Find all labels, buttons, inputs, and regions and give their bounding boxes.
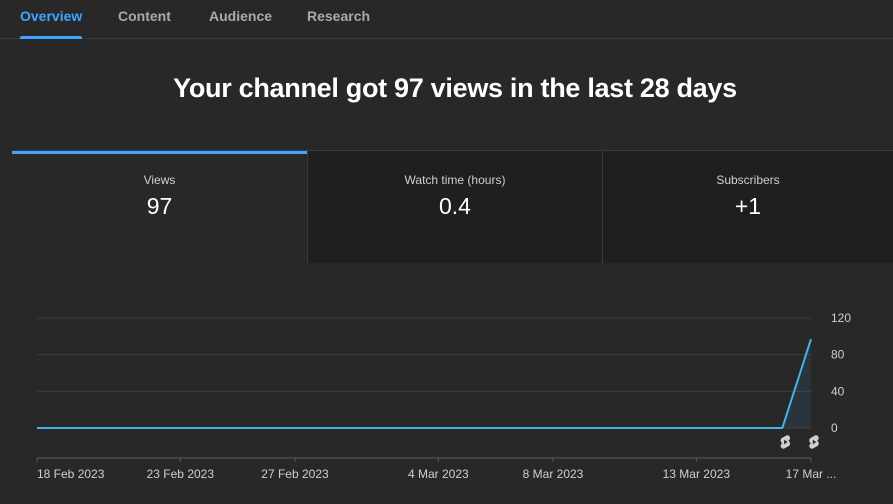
metric-cards: Views 97 Watch time (hours) 0.4 Subscrib… xyxy=(12,150,893,263)
x-tick-label: 18 Feb 2023 xyxy=(37,467,105,481)
data-point[interactable] xyxy=(63,425,69,431)
metric-card-subscribers[interactable]: Subscribers +1 xyxy=(603,151,893,263)
data-point[interactable] xyxy=(120,425,126,431)
data-point[interactable] xyxy=(636,425,642,431)
x-tick-label: 8 Mar 2023 xyxy=(523,467,584,481)
metric-card-watch-time[interactable]: Watch time (hours) 0.4 xyxy=(308,151,602,263)
data-point[interactable] xyxy=(206,425,212,431)
shorts-icon[interactable] xyxy=(809,435,819,449)
metric-label: Subscribers xyxy=(716,173,780,187)
y-tick-label: 80 xyxy=(831,348,845,362)
metric-value: 97 xyxy=(146,193,173,219)
data-point[interactable] xyxy=(779,425,785,431)
data-point[interactable] xyxy=(550,425,556,431)
tab-audience[interactable]: Audience xyxy=(209,8,272,39)
y-tick-label: 0 xyxy=(831,421,838,435)
data-point[interactable] xyxy=(292,425,298,431)
data-point[interactable] xyxy=(407,425,413,431)
x-tick-label: 23 Feb 2023 xyxy=(147,467,215,481)
data-point[interactable] xyxy=(665,425,671,431)
data-point[interactable] xyxy=(607,425,613,431)
x-tick-label: 4 Mar 2023 xyxy=(408,467,469,481)
tab-content[interactable]: Content xyxy=(118,8,171,39)
tab-research[interactable]: Research xyxy=(307,8,370,39)
views-chart-svg: 0 40 80 120 18 Feb 2023 23 Feb 2023 27 Feb 202… xyxy=(34,311,851,481)
metric-value: 0.4 xyxy=(439,193,471,219)
views-line xyxy=(37,338,812,429)
views-area xyxy=(37,339,811,428)
tab-bar: Overview Content Audience Research xyxy=(0,0,893,39)
data-point[interactable] xyxy=(464,425,470,431)
data-point[interactable] xyxy=(349,425,355,431)
data-point[interactable] xyxy=(235,425,241,431)
data-point[interactable] xyxy=(321,425,327,431)
views-chart: 0 40 80 120 18 Feb 2023 23 Feb 2023 27 Feb 202… xyxy=(0,262,893,504)
x-tick-label: 13 Mar 2023 xyxy=(663,467,731,481)
data-point[interactable] xyxy=(34,425,40,431)
tab-overview[interactable]: Overview xyxy=(20,8,83,39)
y-tick-label: 120 xyxy=(831,311,851,325)
data-point[interactable] xyxy=(493,425,499,431)
x-tick-label: 27 Feb 2023 xyxy=(261,467,329,481)
data-point[interactable] xyxy=(177,425,183,431)
data-point[interactable] xyxy=(263,425,269,431)
y-tick-label: 40 xyxy=(831,384,845,398)
data-point[interactable] xyxy=(521,425,527,431)
metric-label: Views xyxy=(143,173,176,187)
data-point[interactable] xyxy=(579,425,585,431)
data-point[interactable] xyxy=(149,425,155,431)
x-tick-label: 17 Mar ... xyxy=(786,467,837,481)
metric-value: +1 xyxy=(734,193,762,219)
data-point[interactable] xyxy=(808,336,814,342)
page-headline: Your channel got 97 views in the last 28… xyxy=(173,73,737,103)
data-point[interactable] xyxy=(435,425,441,431)
shorts-icon[interactable] xyxy=(780,435,791,449)
data-point[interactable] xyxy=(722,425,728,431)
metric-card-views[interactable]: Views 97 xyxy=(12,151,307,263)
data-point[interactable] xyxy=(91,425,97,431)
data-point[interactable] xyxy=(693,425,699,431)
data-point[interactable] xyxy=(378,425,384,431)
data-point[interactable] xyxy=(751,425,757,431)
metric-label: Watch time (hours) xyxy=(404,173,506,187)
